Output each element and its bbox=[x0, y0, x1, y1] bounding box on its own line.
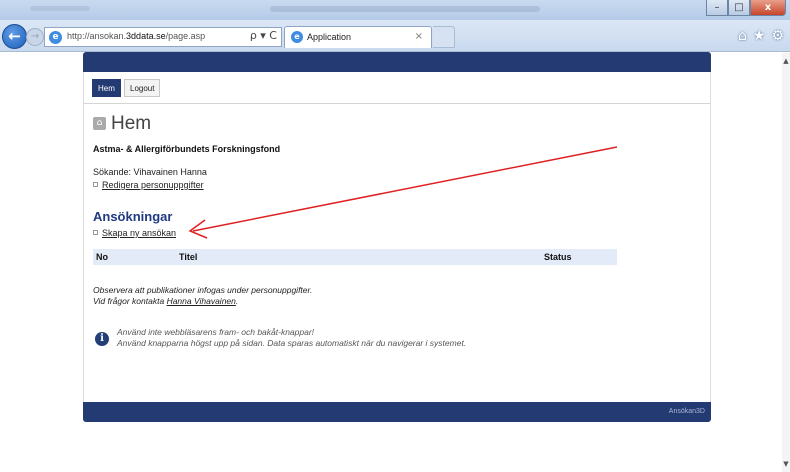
new-application-link[interactable]: Skapa ny ansökan bbox=[102, 228, 176, 238]
home-button[interactable]: Hem bbox=[92, 79, 121, 97]
scroll-down-icon[interactable]: ▼ bbox=[782, 460, 790, 468]
edit-personal-info-link[interactable]: Redigera personuppgifter bbox=[102, 180, 204, 190]
tab-ie-icon: e bbox=[291, 31, 303, 43]
address-bar[interactable]: e http://ansokan.3ddata.se/page.asp ρ ▾ … bbox=[44, 27, 282, 47]
publication-note: Observera att publikationer infogas unde… bbox=[93, 285, 312, 307]
edit-personal-info-item: Redigera personuppgifter bbox=[93, 180, 204, 190]
page-header-bar bbox=[83, 52, 711, 72]
window-titlebar: – □ x bbox=[0, 0, 790, 20]
bullet-icon bbox=[93, 182, 98, 187]
applications-heading: Ansökningar bbox=[93, 209, 173, 224]
new-tab-button[interactable] bbox=[433, 26, 455, 48]
applicant-name: Sökande: Vihavainen Hanna bbox=[93, 167, 207, 177]
tab-title: Application bbox=[307, 32, 352, 42]
back-arrow-icon[interactable]: ← bbox=[2, 24, 27, 49]
browser-tab[interactable]: e Application × bbox=[284, 26, 432, 48]
column-no: No bbox=[96, 252, 108, 262]
close-button[interactable]: x bbox=[750, 0, 786, 16]
scroll-up-icon[interactable]: ▲ bbox=[782, 57, 790, 65]
column-status: Status bbox=[544, 252, 572, 262]
titlebar-quick-access bbox=[30, 6, 90, 11]
browser-navbar: ← → e http://ansokan.3ddata.se/page.asp … bbox=[0, 20, 790, 52]
note-line-1: Observera att publikationer infogas unde… bbox=[93, 285, 313, 295]
tools-gear-icon[interactable]: ⚙ bbox=[771, 28, 784, 44]
info-icon: i bbox=[95, 332, 109, 346]
page-menu: Hem Logout bbox=[83, 72, 711, 104]
contact-link[interactable]: Hanna Vihavainen bbox=[167, 296, 236, 306]
search-refresh-icons[interactable]: ρ ▾ C bbox=[250, 29, 277, 42]
new-application-item: Skapa ny ansökan bbox=[93, 228, 176, 238]
navigation-warning: Använd inte webbläsarens fram- och bakåt… bbox=[117, 327, 466, 349]
page-footer-bar: Ansökan3D bbox=[83, 402, 711, 422]
note-line-2: Vid frågor kontakta Hanna Vihavainen. bbox=[93, 296, 239, 306]
tab-close-icon[interactable]: × bbox=[415, 31, 423, 42]
main-content: ⌂ Hem Astma- & Allergiförbundets Forskni… bbox=[83, 104, 711, 402]
window-title-text bbox=[270, 6, 540, 12]
window-controls: – □ x bbox=[706, 0, 786, 16]
house-icon: ⌂ bbox=[93, 117, 106, 130]
favorites-star-icon[interactable]: ★ bbox=[753, 28, 766, 44]
home-icon[interactable]: ⌂ bbox=[738, 28, 747, 44]
organization-name: Astma- & Allergiförbundets Forskningsfon… bbox=[93, 144, 281, 154]
minimize-button[interactable]: – bbox=[706, 0, 728, 16]
vertical-scrollbar[interactable]: ▲ ▼ bbox=[782, 53, 790, 472]
browser-commands: ⌂ ★ ⚙ bbox=[738, 28, 784, 44]
web-page: Hem Logout ⌂ Hem Astma- & Allergiförbund… bbox=[83, 52, 711, 422]
page-title: Hem bbox=[111, 113, 152, 134]
maximize-button[interactable]: □ bbox=[728, 0, 750, 16]
address-url[interactable]: http://ansokan.3ddata.se/page.asp bbox=[67, 31, 205, 41]
forward-arrow-icon[interactable]: → bbox=[26, 28, 44, 46]
column-title: Titel bbox=[179, 252, 198, 262]
footer-brand: Ansökan3D bbox=[668, 408, 705, 415]
bullet-icon bbox=[93, 230, 98, 235]
warning-line-2: Använd knapparna högst upp på sidan. Dat… bbox=[117, 338, 467, 348]
warning-line-1: Använd inte webbläsarens fram- och bakåt… bbox=[117, 327, 315, 337]
applications-table-header: No Titel Status bbox=[93, 249, 617, 265]
ie-icon: e bbox=[49, 31, 62, 44]
logout-button[interactable]: Logout bbox=[124, 79, 161, 97]
